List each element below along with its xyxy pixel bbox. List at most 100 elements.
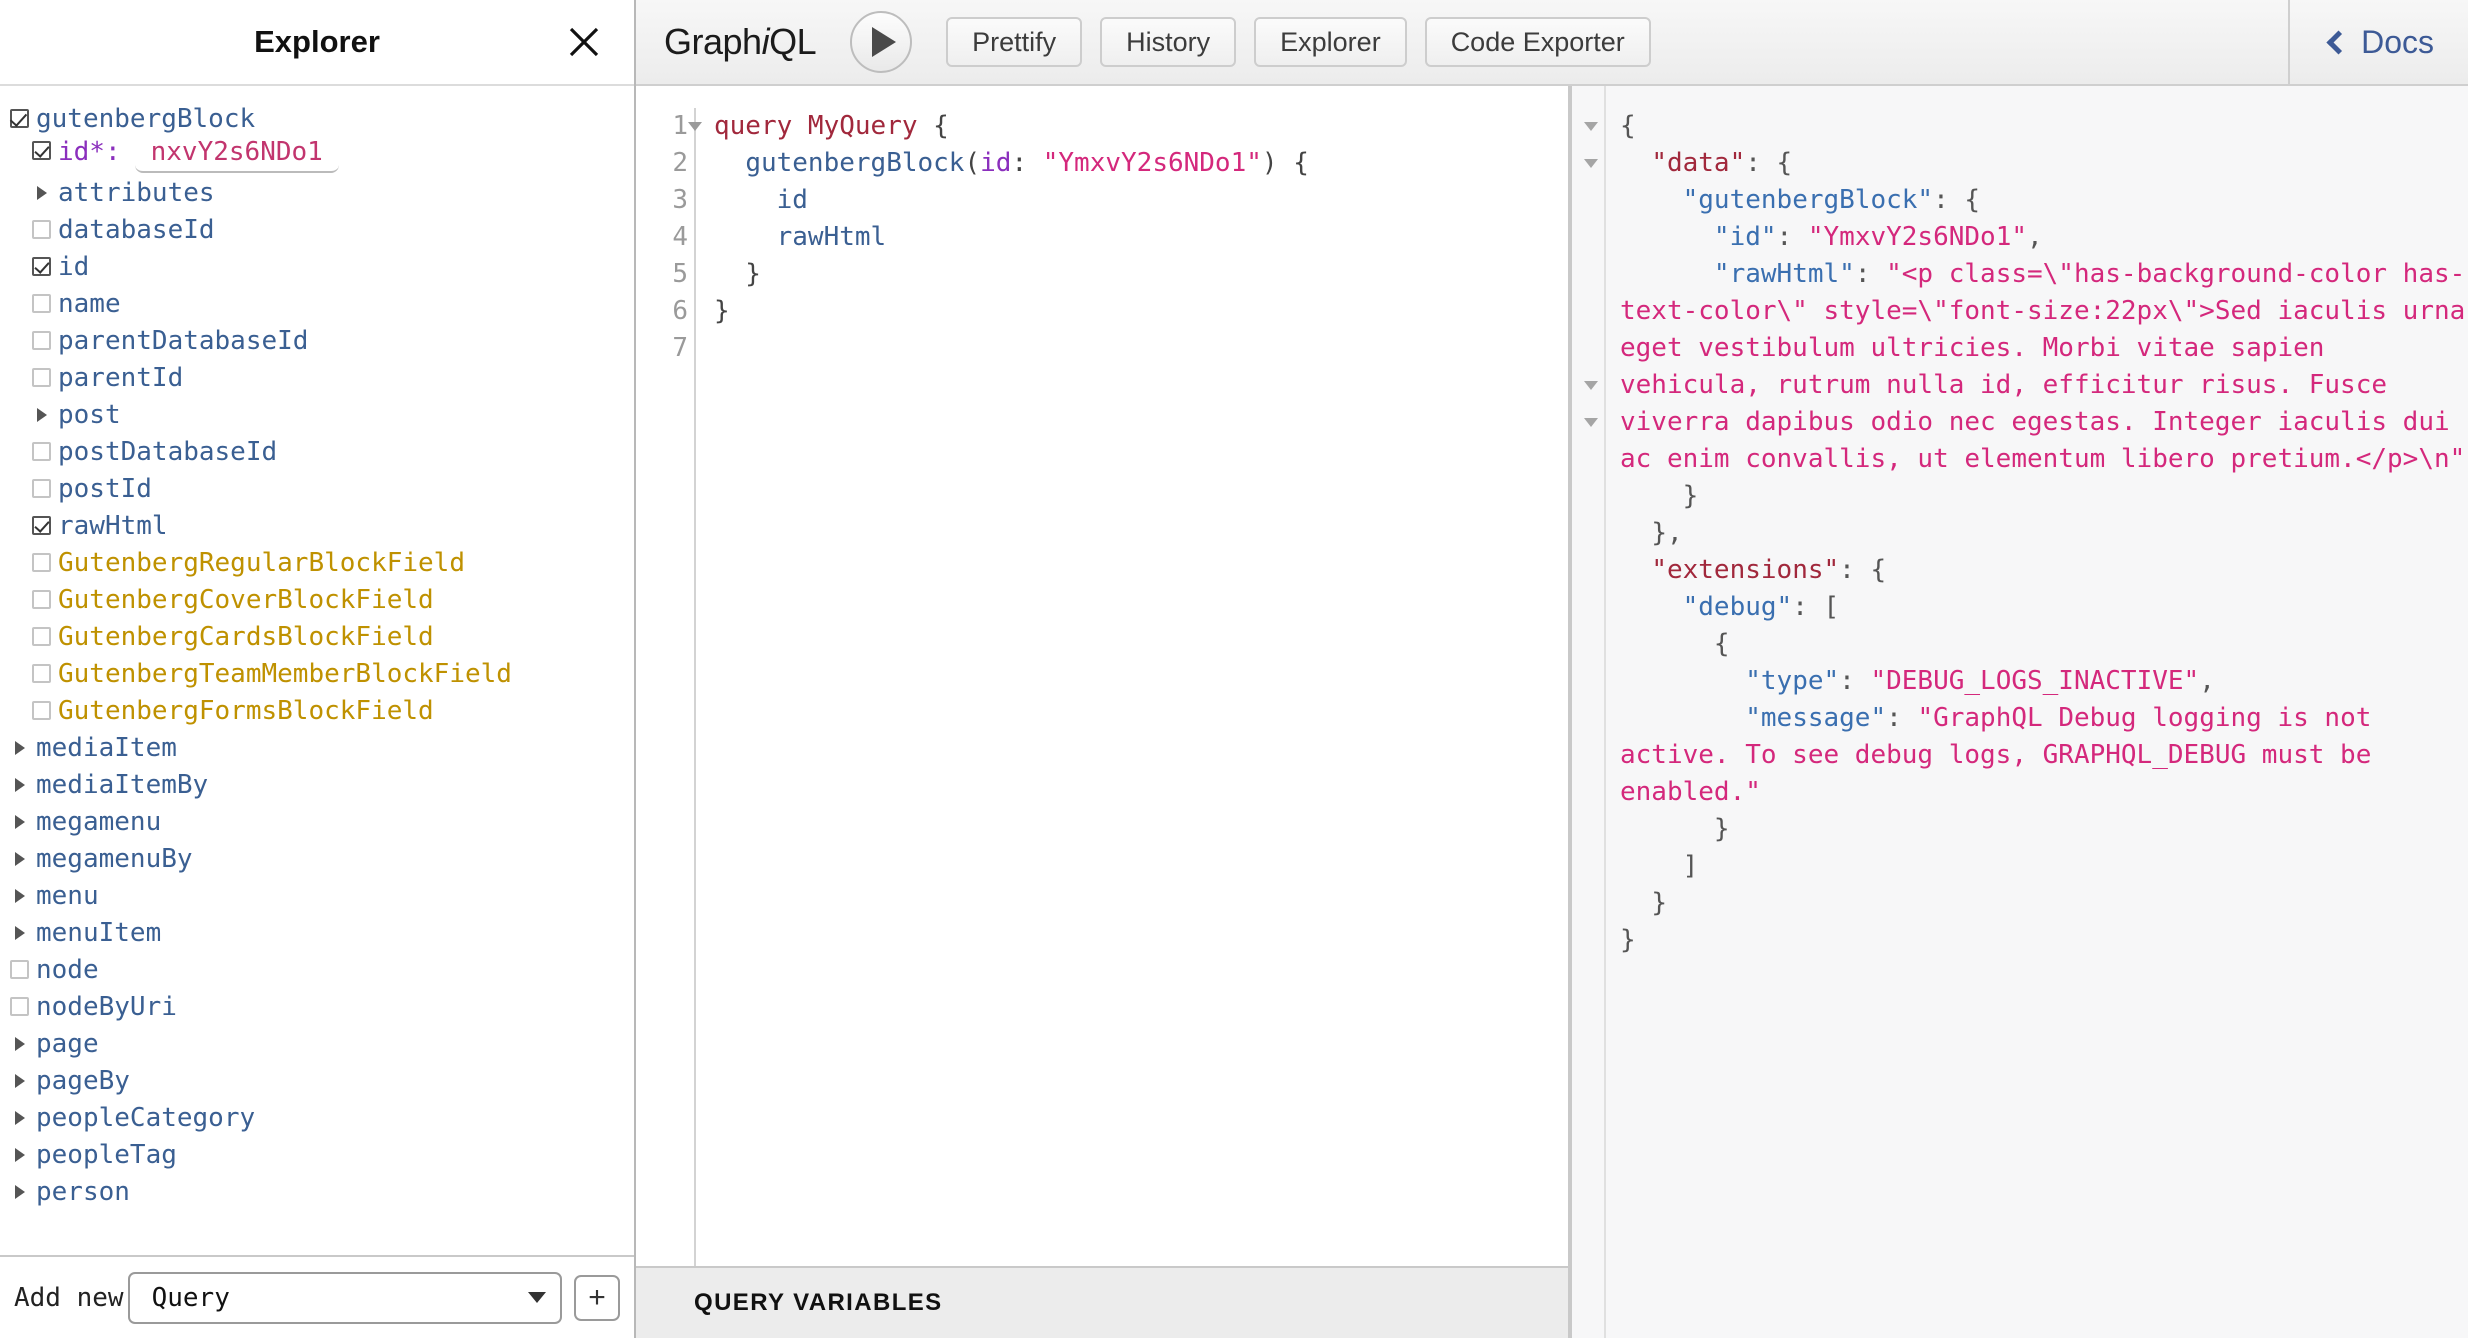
argument-row-id[interactable]: id*: nxvY2s6NDo1 bbox=[10, 137, 634, 174]
expand-arrow-icon[interactable] bbox=[32, 183, 51, 202]
field-checkbox[interactable] bbox=[32, 479, 51, 498]
query-variables-bar[interactable]: QUERY VARIABLES bbox=[636, 1266, 1568, 1338]
field-checkbox[interactable] bbox=[32, 664, 51, 683]
tree-row-GutenbergCoverBlockField[interactable]: GutenbergCoverBlockField bbox=[10, 581, 634, 618]
prettify-button[interactable]: Prettify bbox=[946, 17, 1083, 67]
field-label: node bbox=[36, 954, 99, 985]
tree-row-menu[interactable]: menu bbox=[10, 877, 634, 914]
response-token bbox=[1620, 592, 1683, 622]
code-exporter-button[interactable]: Code Exporter bbox=[1424, 17, 1651, 67]
response-fold-arrow-icon[interactable] bbox=[1584, 418, 1598, 427]
expand-arrow-icon[interactable] bbox=[10, 886, 29, 905]
add-operation-button[interactable]: + bbox=[574, 1274, 620, 1321]
history-button[interactable]: History bbox=[1100, 17, 1237, 67]
response-line: { bbox=[1620, 108, 2468, 145]
expand-arrow-icon[interactable] bbox=[10, 1071, 29, 1090]
field-label: rawHtml bbox=[58, 510, 168, 541]
tree-row-gutenbergBlock[interactable]: gutenbergBlock bbox=[10, 100, 634, 137]
expand-arrow-icon[interactable] bbox=[10, 1145, 29, 1164]
tree-row-postDatabaseId[interactable]: postDatabaseId bbox=[10, 433, 634, 470]
field-checkbox[interactable] bbox=[32, 331, 51, 350]
tree-row-peopleTag[interactable]: peopleTag bbox=[10, 1136, 634, 1173]
expand-arrow-icon[interactable] bbox=[10, 775, 29, 794]
expand-arrow-icon[interactable] bbox=[10, 849, 29, 868]
tree-row-GutenbergFormsBlockField[interactable]: GutenbergFormsBlockField bbox=[10, 692, 634, 729]
tree-row-peopleCategory[interactable]: peopleCategory bbox=[10, 1099, 634, 1136]
response-line: "debug": [ bbox=[1620, 589, 2468, 626]
explorer-button[interactable]: Explorer bbox=[1254, 17, 1407, 67]
docs-button[interactable]: Docs bbox=[2288, 0, 2434, 84]
tree-row-databaseId[interactable]: databaseId bbox=[10, 211, 634, 248]
field-checkbox[interactable] bbox=[32, 294, 51, 313]
tree-row-page[interactable]: page bbox=[10, 1025, 634, 1062]
response-token bbox=[1620, 666, 1745, 696]
tree-row-megamenu[interactable]: megamenu bbox=[10, 803, 634, 840]
tree-row-GutenbergCardsBlockField[interactable]: GutenbergCardsBlockField bbox=[10, 618, 634, 655]
field-label: post bbox=[58, 399, 121, 430]
tree-row-GutenbergRegularBlockField[interactable]: GutenbergRegularBlockField bbox=[10, 544, 634, 581]
tree-row-parentId[interactable]: parentId bbox=[10, 359, 634, 396]
argument-value-input[interactable]: nxvY2s6NDo1 bbox=[134, 137, 339, 173]
brand-suffix: QL bbox=[769, 21, 817, 62]
execute-query-button[interactable] bbox=[850, 11, 913, 73]
tree-row-id[interactable]: id bbox=[10, 248, 634, 285]
field-checkbox[interactable] bbox=[32, 368, 51, 387]
field-checkbox[interactable] bbox=[10, 109, 29, 128]
response-fold-arrow-icon[interactable] bbox=[1584, 159, 1598, 168]
tree-row-pageBy[interactable]: pageBy bbox=[10, 1062, 634, 1099]
field-checkbox[interactable] bbox=[32, 141, 51, 160]
query-code[interactable]: query MyQuery { gutenbergBlock(id: "Ymxv… bbox=[694, 108, 1568, 1266]
tree-row-node[interactable]: node bbox=[10, 951, 634, 988]
line-number: 7 bbox=[672, 333, 688, 363]
response-token: } bbox=[1620, 888, 1667, 918]
close-icon[interactable] bbox=[564, 22, 604, 62]
response-fold-gutter[interactable] bbox=[1572, 86, 1606, 1338]
tree-row-nodeByUri[interactable]: nodeByUri bbox=[10, 988, 634, 1025]
response-token: : { bbox=[1933, 185, 1981, 215]
tree-row-mediaItem[interactable]: mediaItem bbox=[10, 729, 634, 766]
expand-arrow-icon[interactable] bbox=[32, 405, 51, 424]
response-token bbox=[1620, 222, 1714, 252]
expand-arrow-icon[interactable] bbox=[10, 1108, 29, 1127]
graphiql-logo: GraphiQL bbox=[664, 21, 817, 63]
code-line: rawHtml bbox=[714, 219, 1568, 256]
field-checkbox[interactable] bbox=[32, 553, 51, 572]
field-checkbox[interactable] bbox=[32, 701, 51, 720]
tree-row-parentDatabaseId[interactable]: parentDatabaseId bbox=[10, 322, 634, 359]
tree-row-attributes[interactable]: attributes bbox=[10, 174, 634, 211]
response-token: "extensions" bbox=[1651, 555, 1840, 585]
expand-arrow-icon[interactable] bbox=[10, 812, 29, 831]
explorer-field-tree[interactable]: gutenbergBlock id*: nxvY2s6NDo1 attributes d… bbox=[0, 86, 634, 1255]
tree-row-GutenbergTeamMemberBlockField[interactable]: GutenbergTeamMemberBlockField bbox=[10, 655, 634, 692]
tree-row-name[interactable]: name bbox=[10, 285, 634, 322]
tree-row-megamenuBy[interactable]: megamenuBy bbox=[10, 840, 634, 877]
tree-row-post[interactable]: post bbox=[10, 396, 634, 433]
chevron-down-icon bbox=[528, 1292, 546, 1303]
tree-row-mediaItemBy[interactable]: mediaItemBy bbox=[10, 766, 634, 803]
expand-arrow-icon[interactable] bbox=[10, 1034, 29, 1053]
response-fold-arrow-icon[interactable] bbox=[1584, 122, 1598, 131]
field-checkbox[interactable] bbox=[32, 220, 51, 239]
response-scrollbar[interactable] bbox=[2460, 86, 2468, 1338]
response-token: "debug" bbox=[1682, 592, 1793, 622]
field-checkbox[interactable] bbox=[32, 590, 51, 609]
add-new-operation-select[interactable]: Query bbox=[127, 1271, 562, 1324]
tree-row-postId[interactable]: postId bbox=[10, 470, 634, 507]
field-checkbox[interactable] bbox=[32, 516, 51, 535]
field-checkbox[interactable] bbox=[32, 257, 51, 276]
fold-arrow-icon[interactable] bbox=[688, 122, 702, 131]
expand-arrow-icon[interactable] bbox=[10, 1182, 29, 1201]
code-token: : bbox=[1011, 148, 1043, 178]
field-checkbox[interactable] bbox=[10, 960, 29, 979]
field-checkbox[interactable] bbox=[32, 442, 51, 461]
expand-arrow-icon[interactable] bbox=[10, 923, 29, 942]
response-token: : bbox=[1854, 259, 1887, 289]
expand-arrow-icon[interactable] bbox=[10, 738, 29, 757]
response-fold-arrow-icon[interactable] bbox=[1584, 381, 1598, 390]
tree-row-menuItem[interactable]: menuItem bbox=[10, 914, 634, 951]
field-checkbox[interactable] bbox=[10, 997, 29, 1016]
query-editor-body[interactable]: 1234567 query MyQuery { gutenbergBlock(i… bbox=[636, 86, 1568, 1266]
field-checkbox[interactable] bbox=[32, 627, 51, 646]
tree-row-rawHtml[interactable]: rawHtml bbox=[10, 507, 634, 544]
tree-row-person[interactable]: person bbox=[10, 1173, 634, 1210]
